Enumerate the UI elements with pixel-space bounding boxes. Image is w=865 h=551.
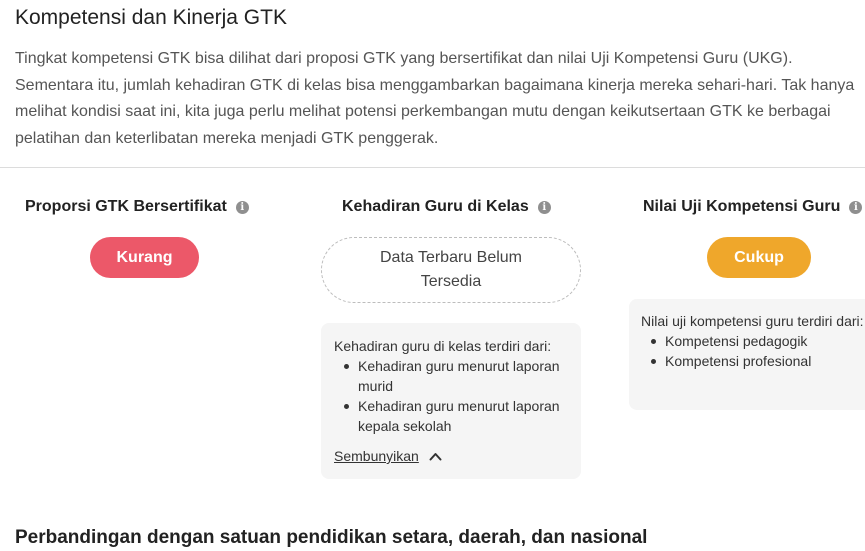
ukg-info-list: Kompetensi pedagogik Kompetensi profesio… [641,331,865,371]
metric-ukg: Nilai Uji Kompetensi Guru i [643,195,863,219]
ukg-info-card: Nilai uji kompetensi guru terdiri dari: … [629,299,865,410]
hide-button-label: Sembunyikan [334,448,419,464]
chevron-up-icon [429,452,442,460]
list-item: Kompetensi profesional [641,351,865,371]
metric-ukg-header: Nilai Uji Kompetensi Guru i [643,195,863,219]
attendance-info-intro: Kehadiran guru di kelas terdiri dari: [334,338,552,354]
list-item: Kehadiran guru menurut laporan kepala se… [334,396,568,436]
status-unavailable: Data Terbaru Belum Tersedia [321,237,581,303]
comparison-title: Perbandingan dengan satuan pendidikan se… [15,527,648,548]
ukg-info-intro: Nilai uji kompetensi guru terdiri dari: [641,313,864,329]
status-badge-kurang: Kurang [90,237,199,278]
attendance-info-card: Kehadiran guru di kelas terdiri dari: Ke… [321,323,581,479]
metric-certified: Proporsi GTK Bersertifikat i [25,195,249,219]
hide-button[interactable]: Sembunyikan [334,446,568,466]
page: Kompetensi dan Kinerja GTK Tingkat kompe… [0,0,865,551]
section-title: Kompetensi dan Kinerja GTK [15,6,287,29]
section-description: Tingkat kompetensi GTK bisa dilihat dari… [15,50,855,147]
metric-attendance: Kehadiran Guru di Kelas i [342,195,551,219]
attendance-info-list: Kehadiran guru menurut laporan murid Keh… [334,356,568,436]
metric-attendance-header: Kehadiran Guru di Kelas i [342,195,551,219]
info-icon[interactable]: i [537,200,551,214]
metric-certified-header: Proporsi GTK Bersertifikat i [25,195,249,219]
info-icon[interactable]: i [235,200,249,214]
info-icon[interactable]: i [849,200,863,214]
divider [0,167,865,168]
metric-ukg-title: Nilai Uji Kompetensi Guru [643,198,841,215]
metric-attendance-title: Kehadiran Guru di Kelas [342,198,529,215]
list-item: Kompetensi pedagogik [641,331,865,351]
metric-certified-title: Proporsi GTK Bersertifikat [25,198,227,215]
list-item: Kehadiran guru menurut laporan murid [334,356,568,396]
status-badge-cukup: Cukup [707,237,811,278]
